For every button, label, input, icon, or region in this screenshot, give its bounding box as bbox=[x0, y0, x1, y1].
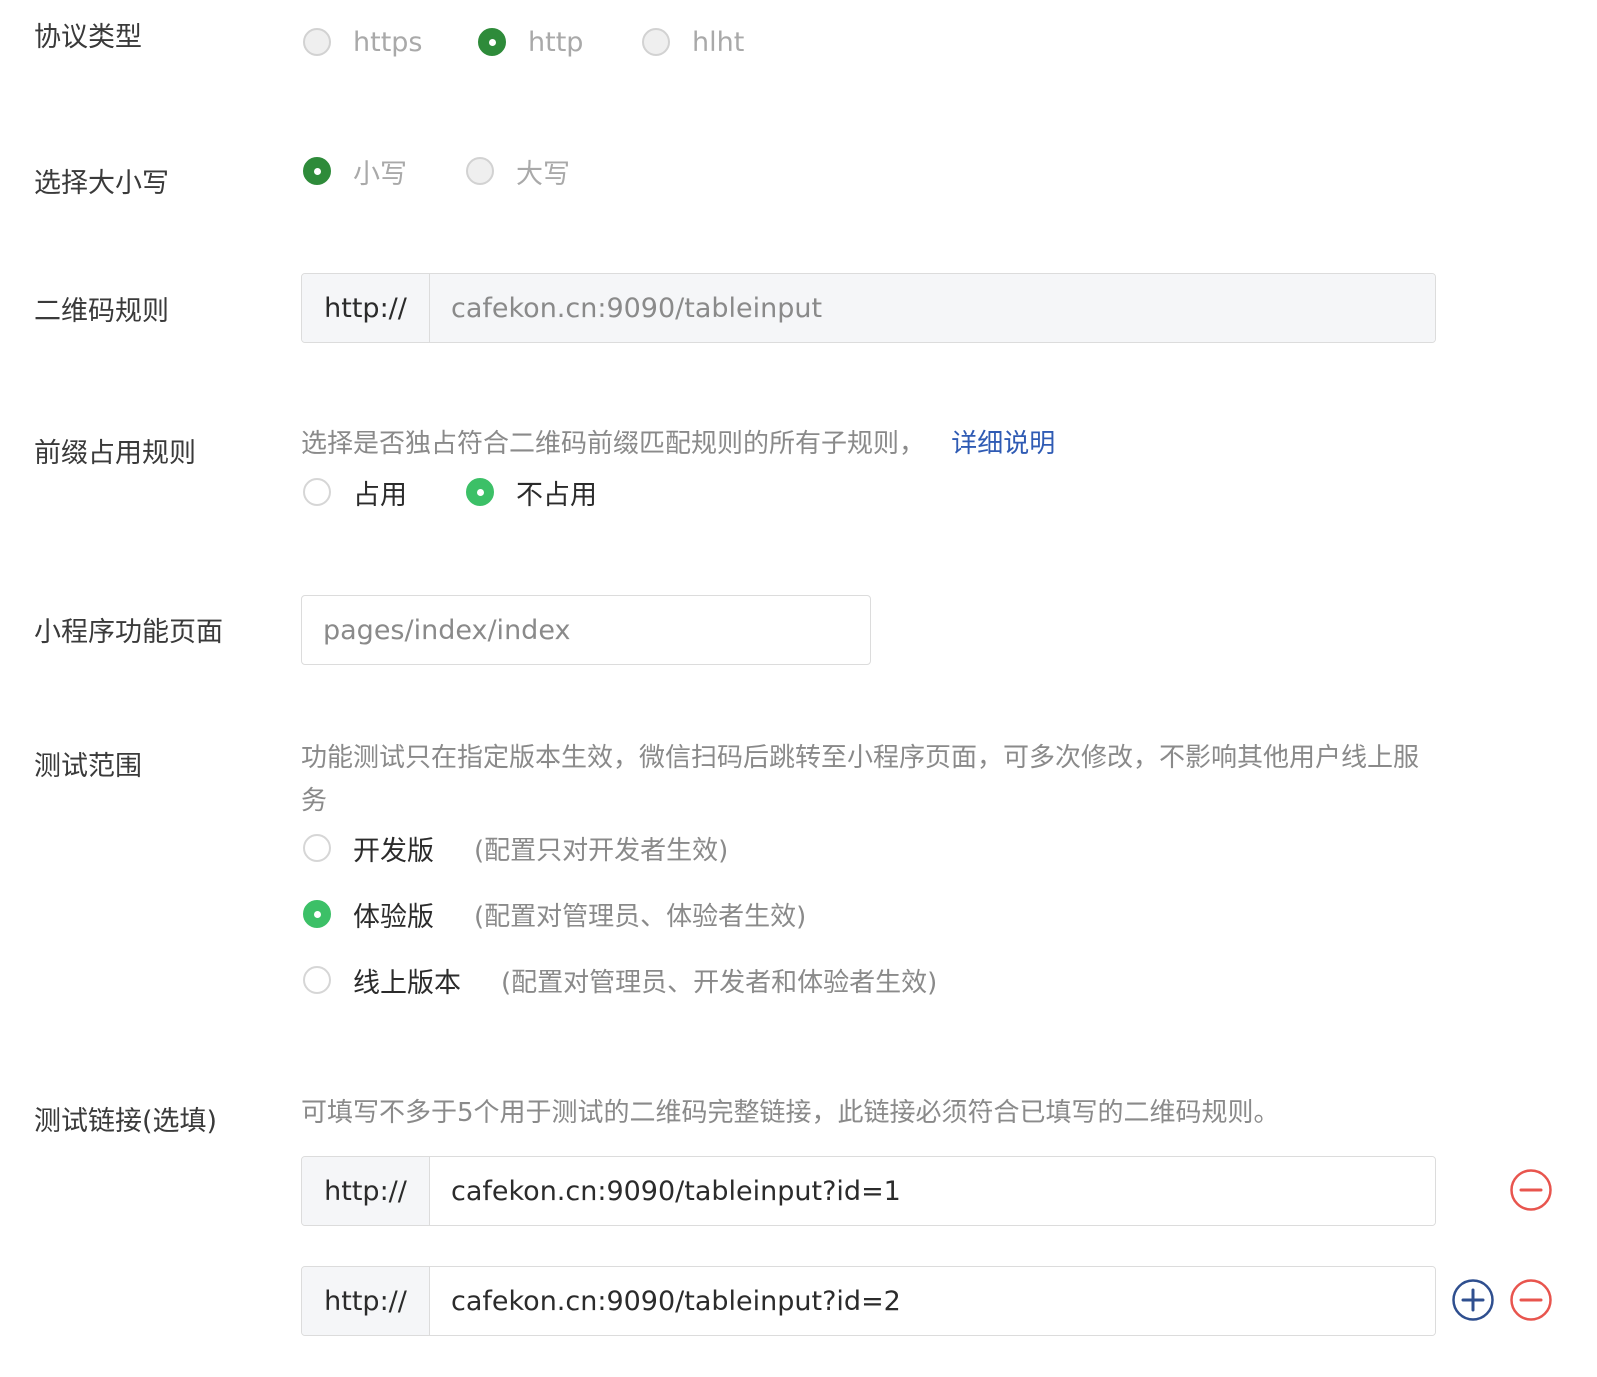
radio-hlht[interactable]: hlht bbox=[642, 26, 744, 58]
radio-indicator bbox=[478, 28, 506, 56]
radio-indicator bbox=[303, 478, 331, 506]
radio-lowercase[interactable]: 小写 bbox=[303, 155, 407, 190]
radio-indicator bbox=[466, 157, 494, 185]
radio-label: hlht bbox=[692, 26, 745, 58]
radio-note: (配置只对开发者生效) bbox=[474, 835, 729, 866]
form: 协议类型 https http hlht 选择大小写 小写 大写 二维码规则 h… bbox=[0, 0, 1597, 1377]
test-scope-label: 测试范围 bbox=[34, 751, 142, 782]
radio-label: http bbox=[528, 26, 584, 58]
radio-note: (配置对管理员、开发者和体验者生效) bbox=[501, 967, 938, 998]
test-links-hint: 可填写不多于5个用于测试的二维码完整链接，此链接必须符合已填写的二维码规则。 bbox=[301, 1098, 1280, 1128]
test-scope-hint: 功能测试只在指定版本生效，微信扫码后跳转至小程序页面，可多次修改，不影响其他用户… bbox=[301, 743, 1420, 816]
radio-indicator bbox=[303, 834, 331, 862]
test-link-field-1: http:// cafekon.cn:9090/tableinput?id=1 bbox=[301, 1156, 1436, 1226]
mini-page-label: 小程序功能页面 bbox=[34, 617, 223, 648]
case-label: 选择大小写 bbox=[34, 168, 169, 199]
add-circle-icon[interactable] bbox=[1451, 1278, 1495, 1322]
remove-circle-icon[interactable] bbox=[1509, 1278, 1553, 1322]
radio-label: 不占用 bbox=[516, 479, 597, 511]
qr-rule-prefix: http:// bbox=[302, 274, 430, 342]
radio-http[interactable]: http bbox=[478, 26, 583, 58]
radio-indicator bbox=[303, 157, 331, 185]
radio-online-version[interactable]: 线上版本 (配置对管理员、开发者和体验者生效) bbox=[303, 964, 938, 999]
radio-label: https bbox=[353, 26, 423, 58]
radio-label: 占用 bbox=[353, 479, 407, 511]
mini-page-placeholder: pages/index/index bbox=[323, 614, 571, 646]
radio-indicator bbox=[642, 28, 670, 56]
qr-rule-label: 二维码规则 bbox=[34, 296, 169, 327]
test-link-input[interactable]: cafekon.cn:9090/tableinput?id=1 bbox=[430, 1157, 1435, 1225]
radio-not-occupy[interactable]: 不占用 bbox=[466, 476, 597, 511]
radio-indicator bbox=[466, 478, 494, 506]
protocol-label: 协议类型 bbox=[34, 22, 142, 53]
test-links-label: 测试链接(选填) bbox=[34, 1106, 218, 1137]
prefix-rule-hint-text: 选择是否独占符合二维码前缀匹配规则的所有子规则， bbox=[301, 429, 926, 459]
radio-occupy[interactable]: 占用 bbox=[303, 476, 407, 511]
radio-label: 体验版 bbox=[353, 901, 434, 933]
radio-uppercase[interactable]: 大写 bbox=[466, 155, 570, 190]
qr-rule-value: cafekon.cn:9090/tableinput bbox=[430, 274, 1435, 342]
test-link-prefix: http:// bbox=[302, 1157, 430, 1225]
radio-indicator bbox=[303, 900, 331, 928]
radio-note: (配置对管理员、体验者生效) bbox=[474, 901, 807, 932]
prefix-rule-label: 前缀占用规则 bbox=[34, 438, 196, 469]
test-link-field-2: http:// cafekon.cn:9090/tableinput?id=2 bbox=[301, 1266, 1436, 1336]
test-link-prefix: http:// bbox=[302, 1267, 430, 1335]
radio-label: 大写 bbox=[516, 158, 570, 190]
radio-label: 开发版 bbox=[353, 835, 434, 867]
radio-indicator bbox=[303, 966, 331, 994]
radio-trial-version[interactable]: 体验版 (配置对管理员、体验者生效) bbox=[303, 898, 807, 933]
test-link-input[interactable]: cafekon.cn:9090/tableinput?id=2 bbox=[430, 1267, 1435, 1335]
prefix-rule-hint: 选择是否独占符合二维码前缀匹配规则的所有子规则， 详细说明 bbox=[301, 423, 1055, 466]
radio-indicator bbox=[303, 28, 331, 56]
radio-https[interactable]: https bbox=[303, 26, 423, 58]
remove-circle-icon[interactable] bbox=[1509, 1168, 1553, 1212]
radio-dev-version[interactable]: 开发版 (配置只对开发者生效) bbox=[303, 832, 729, 867]
details-link[interactable]: 详细说明 bbox=[951, 429, 1055, 459]
radio-label: 线上版本 bbox=[353, 967, 461, 999]
mini-page-input[interactable]: pages/index/index bbox=[301, 595, 871, 665]
radio-label: 小写 bbox=[353, 158, 407, 190]
qr-rule-field: http:// cafekon.cn:9090/tableinput bbox=[301, 273, 1436, 343]
